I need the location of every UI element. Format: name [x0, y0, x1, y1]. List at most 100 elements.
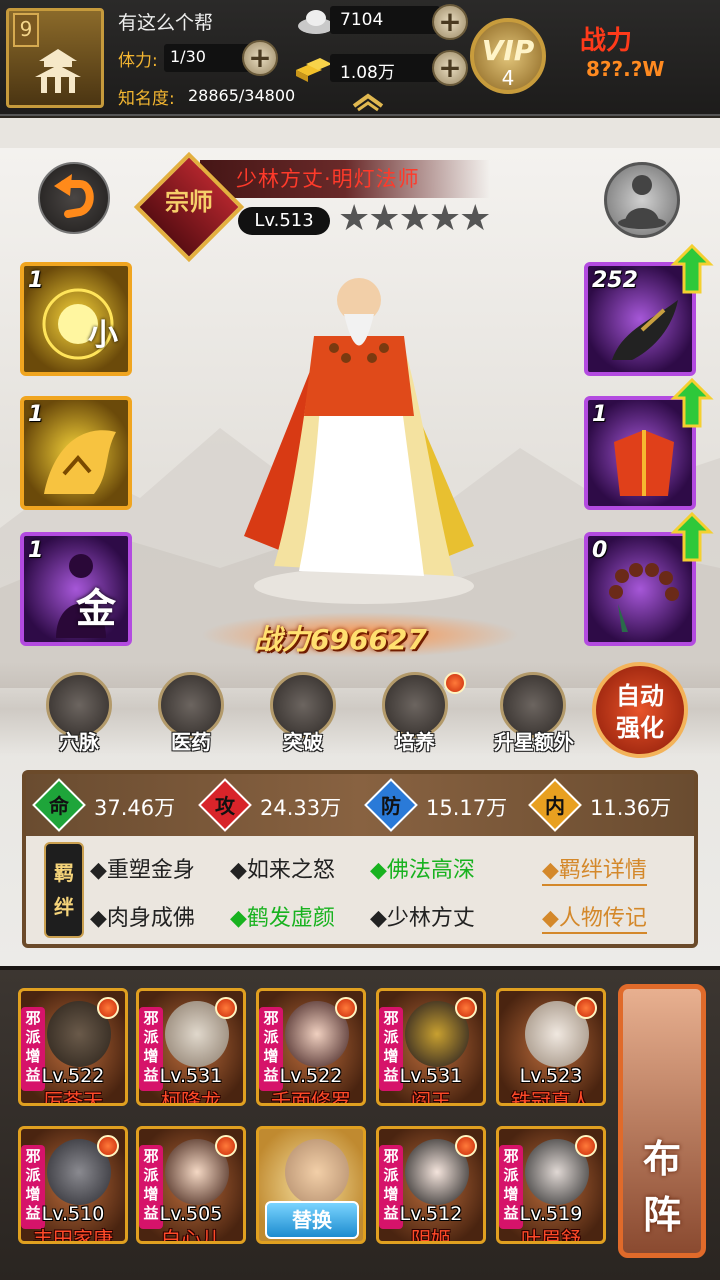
roster-hero[interactable]: 邪派增益 Lv.519 叶眉舒 — [496, 1126, 606, 1244]
total-power: 战力 8??.?W — [580, 20, 700, 81]
bond-item: ◆重塑金身 — [90, 858, 195, 883]
bond-item-active: ◆佛法高深 — [370, 858, 475, 883]
menu-label: 穴脉 — [59, 730, 99, 754]
roster-hero[interactable]: 邪派增益 Lv.510 丰田家康 — [18, 1126, 128, 1244]
add-stamina-button[interactable]: + — [242, 40, 278, 76]
slot-glyph: 金 — [76, 586, 116, 632]
stat-key: 命 — [49, 794, 69, 818]
hero-level: Lv.519 — [519, 1203, 583, 1225]
bond-item: ◆肉身成佛 — [90, 906, 195, 931]
roster-hero[interactable]: 邪派增益 Lv.505 白心儿 — [136, 1126, 246, 1244]
roster-hero[interactable]: 邪派增益 Lv.522 千面修罗 — [256, 988, 366, 1106]
bond-item-active: ◆鹤发虚颜 — [230, 906, 335, 931]
formation-label-a: 布 — [642, 1137, 681, 1181]
guild-name: 有这么个帮 — [118, 12, 214, 34]
back-button[interactable] — [38, 162, 110, 234]
hero-monk-figure[interactable] — [204, 266, 510, 606]
bond-detail-link[interactable]: ◆羁绊详情 — [542, 852, 647, 886]
monk-portrait-button[interactable] — [604, 162, 680, 238]
attribute-row: 命 37.46万 攻 24.33万 防 15.17万 内 11.36万 — [26, 774, 694, 836]
roster-hero[interactable]: 邪派增益 Lv.522 厉苍天 — [18, 988, 128, 1106]
stat-value: 24.33万 — [260, 796, 342, 820]
roster-hero[interactable]: 邪派增益 Lv.531 阎王 — [376, 988, 486, 1106]
biography-link[interactable]: ◆人物传记 — [542, 900, 647, 934]
bond-item: ◆少林方丈 — [370, 906, 475, 931]
hero-level: Lv.523 — [519, 1065, 583, 1087]
meditating-monk-icon — [618, 175, 666, 229]
hero-level: Lv.531 — [159, 1065, 223, 1087]
header-strip — [0, 118, 720, 148]
slot-count: 1 — [28, 538, 44, 563]
auto-enhance-button[interactable]: 自动 强化 — [592, 662, 688, 758]
menu-cultivate[interactable]: 培养 — [370, 672, 466, 758]
skill-slot-3[interactable]: 1 金 — [20, 532, 132, 646]
hero-name: 叶眉舒 — [521, 1227, 581, 1244]
slot-count: 0 — [592, 538, 608, 563]
star-icon: ★ — [338, 198, 370, 239]
total-power-label: 战力 — [580, 26, 633, 56]
fame-label: 知名度: — [118, 89, 175, 109]
swap-button[interactable]: 替换 — [265, 1201, 359, 1239]
robe-armor-icon — [614, 430, 674, 496]
hero-level: Lv.510 — [41, 1203, 105, 1225]
stat-value: 37.46万 — [94, 796, 176, 820]
vip-level: 4 — [501, 66, 515, 90]
slot-count: 1 — [28, 268, 44, 293]
hero-portrait — [285, 1139, 349, 1205]
menu-meridian[interactable]: 穴脉 — [34, 672, 124, 758]
player-avatar[interactable]: 9 — [6, 8, 104, 108]
notification-dot — [215, 997, 237, 1019]
notification-dot — [97, 1135, 119, 1157]
hero-title: 少林方丈·明灯法师 — [236, 167, 420, 191]
hero-name: 铁冠真人 — [511, 1089, 591, 1106]
stamina-value: 1/30 — [170, 47, 206, 66]
bond-item: ◆如来之怒 — [230, 858, 335, 883]
bond-tag-a: 羁 — [54, 861, 74, 885]
chevron-up-icon[interactable] — [352, 92, 384, 112]
stats-panel: 命 37.46万 攻 24.33万 防 15.17万 内 11.36万 羁绊 ◆… — [22, 770, 698, 948]
star-icon: ★ — [398, 198, 431, 239]
combat-power: 战力696627 — [254, 623, 427, 656]
total-power-value: 8??.?W — [586, 57, 665, 81]
vip-badge[interactable]: VIP 4 — [470, 18, 546, 94]
roster-hero-current[interactable]: 替换 — [256, 1126, 366, 1244]
skill-slot-2[interactable]: 1 — [20, 396, 132, 510]
menu-medicine[interactable]: 医药 — [146, 672, 236, 758]
roster-hero[interactable]: Lv.523 铁冠真人 — [496, 988, 606, 1106]
notification-dot — [455, 1135, 477, 1157]
slot-count: 252 — [592, 268, 638, 293]
add-silver-button[interactable]: + — [432, 4, 468, 40]
auto-label-1: 自动 — [616, 682, 664, 710]
skill-slot-1[interactable]: 1 小 — [20, 262, 132, 376]
upgrade-arrow-icon[interactable] — [670, 512, 714, 562]
upgrade-arrow-icon[interactable] — [670, 244, 714, 294]
claw-weapon-icon — [612, 300, 678, 360]
menu-label: 突破 — [283, 730, 323, 754]
notification-dot — [444, 672, 466, 694]
auto-label-2: 强化 — [616, 714, 664, 742]
notification-dot — [97, 997, 119, 1019]
hero-name: 阎王 — [411, 1089, 451, 1106]
stamina-label: 体力: — [118, 51, 158, 71]
grade-text: 宗师 — [165, 188, 213, 216]
roster-hero[interactable]: 邪派增益 Lv.512 阴姬 — [376, 1126, 486, 1244]
hero-level: Lv.531 — [399, 1065, 463, 1087]
menu-breakthrough[interactable]: 突破 — [258, 672, 348, 758]
menu-star-upgrade[interactable]: 升星额外 — [484, 672, 584, 758]
upgrade-arrow-icon[interactable] — [670, 378, 714, 428]
fame-value: 28865/34800 — [188, 86, 296, 105]
add-gold-button[interactable]: + — [432, 50, 468, 86]
hero-name: 白心儿 — [161, 1227, 221, 1244]
notification-dot — [575, 997, 597, 1019]
hero-level: Lv.513 — [238, 207, 330, 235]
hero-level: Lv.522 — [279, 1065, 343, 1087]
bond-tag: 羁绊 — [44, 842, 84, 938]
formation-button[interactable]: 布阵 — [618, 984, 706, 1258]
player-level: 9 — [13, 13, 39, 47]
roster-hero[interactable]: 邪派增益 Lv.531 柯降龙 — [136, 988, 246, 1106]
hero-level: Lv.512 — [399, 1203, 463, 1225]
star-icon: ★ — [459, 198, 491, 239]
bond-tag-b: 绊 — [54, 895, 74, 919]
menu-label: 升星额外 — [494, 730, 574, 754]
notification-dot — [455, 997, 477, 1019]
